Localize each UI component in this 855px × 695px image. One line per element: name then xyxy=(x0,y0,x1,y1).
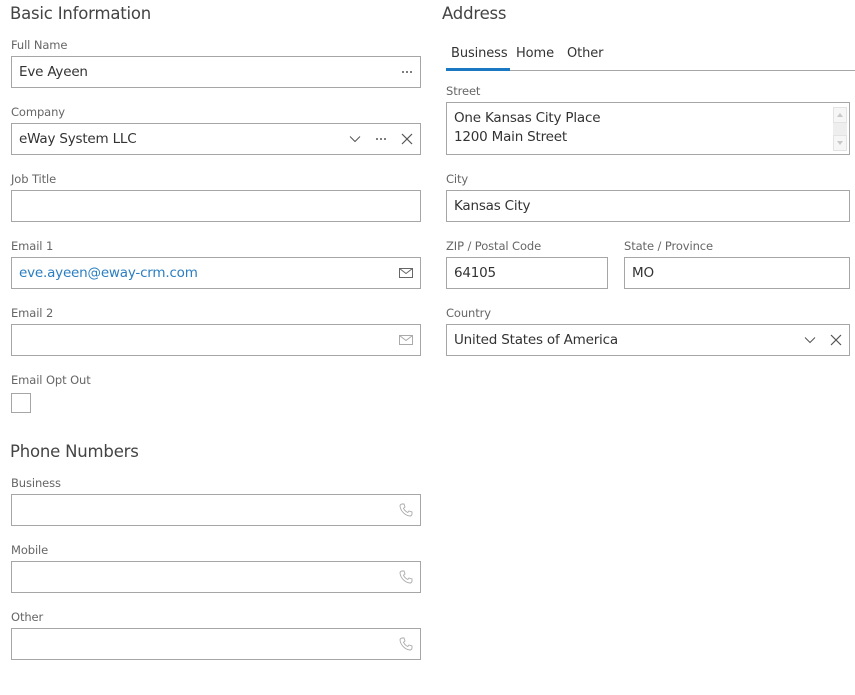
close-icon[interactable] xyxy=(394,124,420,154)
chevron-down-icon[interactable] xyxy=(797,325,823,355)
job-title-field[interactable] xyxy=(11,190,421,222)
active-tab-indicator xyxy=(446,68,510,71)
mobile-phone-label: Mobile xyxy=(11,543,49,557)
tab-other[interactable]: Other xyxy=(567,46,604,61)
phone-numbers-heading: Phone Numbers xyxy=(10,442,139,461)
email1-field[interactable]: eve.ayeen@eway-crm.com xyxy=(11,257,421,289)
more-options-icon[interactable] xyxy=(394,57,420,87)
phone-icon[interactable] xyxy=(392,629,420,659)
zip-field[interactable]: 64105 xyxy=(446,257,608,289)
street-textarea[interactable]: One Kansas City Place 1200 Main Street xyxy=(446,102,850,155)
other-phone-field[interactable] xyxy=(11,628,421,660)
company-label: Company xyxy=(11,105,66,119)
state-value[interactable]: MO xyxy=(625,265,849,281)
close-icon[interactable] xyxy=(823,325,849,355)
email2-field[interactable] xyxy=(11,324,421,356)
email-opt-out-label: Email Opt Out xyxy=(11,373,91,387)
full-name-value[interactable]: Eve Ayeen xyxy=(12,64,394,80)
full-name-label: Full Name xyxy=(11,38,68,52)
street-label: Street xyxy=(446,84,481,98)
scroll-down-arrow-icon[interactable] xyxy=(833,135,847,151)
scroll-up-arrow-icon[interactable] xyxy=(833,107,847,123)
zip-value[interactable]: 64105 xyxy=(447,265,607,281)
country-field[interactable]: United States of America xyxy=(446,324,850,356)
city-value[interactable]: Kansas City xyxy=(447,198,849,214)
envelope-icon[interactable] xyxy=(392,258,420,288)
city-field[interactable]: Kansas City xyxy=(446,190,850,222)
job-title-label: Job Title xyxy=(11,172,57,186)
street-line-2: 1200 Main Street xyxy=(454,129,567,145)
basic-information-heading: Basic Information xyxy=(10,4,152,23)
chevron-down-icon[interactable] xyxy=(342,124,368,154)
city-label: City xyxy=(446,172,469,186)
company-value[interactable]: eWay System LLC xyxy=(12,131,342,147)
zip-label: ZIP / Postal Code xyxy=(446,239,542,253)
scroll-track[interactable] xyxy=(833,123,847,135)
address-heading: Address xyxy=(442,4,507,23)
email2-label: Email 2 xyxy=(11,306,54,320)
business-phone-label: Business xyxy=(11,476,61,490)
address-tabs: Business Home Other xyxy=(446,40,855,71)
email-opt-out-checkbox[interactable] xyxy=(11,393,31,413)
mobile-phone-field[interactable] xyxy=(11,561,421,593)
email1-value[interactable]: eve.ayeen@eway-crm.com xyxy=(12,265,392,281)
phone-icon[interactable] xyxy=(392,495,420,525)
phone-icon[interactable] xyxy=(392,562,420,592)
tab-home[interactable]: Home xyxy=(516,46,554,61)
envelope-icon[interactable] xyxy=(392,325,420,355)
email1-label: Email 1 xyxy=(11,239,54,253)
street-scrollbar[interactable] xyxy=(833,107,847,151)
business-phone-field[interactable] xyxy=(11,494,421,526)
other-phone-label: Other xyxy=(11,610,44,624)
country-label: Country xyxy=(446,306,491,320)
company-field[interactable]: eWay System LLC xyxy=(11,123,421,155)
country-value[interactable]: United States of America xyxy=(447,332,797,348)
state-label: State / Province xyxy=(624,239,713,253)
street-line-1: One Kansas City Place xyxy=(454,110,601,126)
full-name-field[interactable]: Eve Ayeen xyxy=(11,56,421,88)
state-field[interactable]: MO xyxy=(624,257,850,289)
tab-business[interactable]: Business xyxy=(451,46,508,61)
more-options-icon[interactable] xyxy=(368,124,394,154)
